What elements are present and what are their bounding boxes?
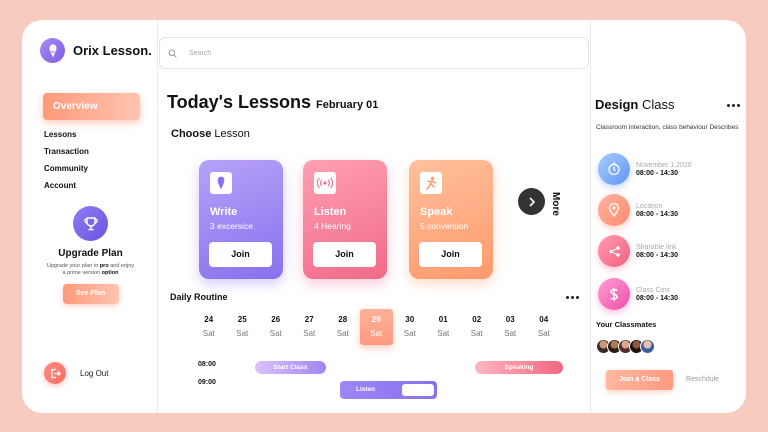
day-item[interactable]: 26 Sat <box>259 309 293 345</box>
page-title-text: Today's Lessons <box>167 92 311 112</box>
join-class-button[interactable]: Join a Class <box>606 370 673 390</box>
chevron-right-icon <box>528 196 535 207</box>
search-bar[interactable] <box>159 37 589 69</box>
day-item[interactable]: 25 Sat <box>226 309 260 345</box>
logo[interactable]: Orix Lesson. <box>40 38 152 63</box>
trophy-icon <box>73 206 108 241</box>
more-options-icon[interactable] <box>727 104 740 107</box>
more-options-icon[interactable] <box>566 296 579 299</box>
speaker-person-icon <box>420 172 442 194</box>
clock-icon <box>598 153 630 185</box>
day-item[interactable]: 02 Sat <box>460 309 494 345</box>
info-label: Location <box>636 202 663 210</box>
more-label[interactable]: More <box>550 192 561 216</box>
sidebar: Orix Lesson. Overview Lessons Transactio… <box>22 20 158 413</box>
dollar-icon <box>598 278 630 310</box>
event-listen-label: Listen <box>356 386 376 393</box>
card-name: Listen <box>314 206 347 218</box>
day-item[interactable]: 01 Sat <box>427 309 461 345</box>
upgrade-title: Upgrade Plan <box>58 248 123 259</box>
sidebar-item-community[interactable]: Community <box>44 164 89 181</box>
logout-icon <box>44 362 66 384</box>
ice-cream-icon <box>210 172 232 194</box>
class-title: Design Class <box>595 97 675 112</box>
next-arrow-button[interactable] <box>518 188 545 215</box>
classmates-title: Your Classmates <box>596 320 657 329</box>
card-subtitle: 3 excersice <box>210 221 253 231</box>
class-details-panel: Design Class Classroom interaction, clas… <box>590 20 746 413</box>
upgrade-plan-panel: Upgrade Plan Upgrade your plan to pro an… <box>32 206 149 304</box>
sound-wave-icon <box>314 172 336 194</box>
info-value: 08:00 - 14:30 <box>636 251 679 259</box>
card-name: Speak <box>420 206 453 218</box>
logout-label: Log Out <box>80 368 109 378</box>
location-pin-icon <box>598 194 630 226</box>
event-start-class[interactable]: Start Class <box>255 361 326 374</box>
logo-text: Orix Lesson. <box>73 43 152 58</box>
join-button[interactable]: Join <box>209 242 272 267</box>
app-window: Orix Lesson. Overview Lessons Transactio… <box>22 20 746 413</box>
day-item-selected[interactable]: 29 Sat <box>359 309 393 345</box>
info-cost: Class Cost 08:00 - 14:30 <box>598 278 678 310</box>
logout-button[interactable]: Log Out <box>44 362 108 384</box>
join-button[interactable]: Join <box>419 242 482 267</box>
reschedule-button[interactable]: Reschdule <box>686 376 719 383</box>
day-item[interactable]: 30 Sat <box>393 309 427 345</box>
card-name: Write <box>210 206 238 218</box>
day-item[interactable]: 27 Sat <box>293 309 327 345</box>
join-button[interactable]: Join <box>313 242 376 267</box>
search-icon <box>168 49 177 58</box>
avatar[interactable] <box>640 339 655 354</box>
info-date: November 1,2020 08:00 - 14:30 <box>598 153 692 185</box>
time-label: 08:00 <box>198 361 216 368</box>
info-label: Class Cost <box>636 286 670 294</box>
share-icon <box>598 235 630 267</box>
day-selector: 24 Sat 25 Sat 26 Sat 27 Sat 28 Sat 29 Sat 30 Sa… <box>192 309 561 345</box>
lesson-card-write[interactable]: Write 3 excersice Join <box>199 160 283 279</box>
overview-button[interactable]: Overview <box>43 93 140 120</box>
time-label: 09:00 <box>198 379 216 386</box>
day-item[interactable]: 28 Sat <box>326 309 360 345</box>
daily-routine-title: Daily Routine <box>170 292 228 302</box>
search-input[interactable] <box>189 49 549 57</box>
sidebar-nav: Lessons Transaction Community Account <box>44 130 89 198</box>
info-value: 08:00 - 14:30 <box>636 294 679 302</box>
sidebar-item-lessons[interactable]: Lessons <box>44 130 89 147</box>
info-value: 08:00 - 14:30 <box>636 210 679 218</box>
card-subtitle: 5 conversion <box>420 221 469 231</box>
event-toggle[interactable] <box>402 384 434 396</box>
see-plan-button[interactable]: See Plan <box>62 284 119 304</box>
sidebar-item-account[interactable]: Account <box>44 181 89 198</box>
class-description: Classroom interaction, class behaviour D… <box>596 124 739 131</box>
day-item[interactable]: 03 Sat <box>494 309 528 345</box>
classmates-avatars <box>596 339 655 354</box>
info-label: November 1,2020 <box>636 161 692 169</box>
lesson-card-listen[interactable]: Listen 4 Hearing Join <box>303 160 387 279</box>
event-speaking[interactable]: Speaking <box>475 361 563 374</box>
info-share-link[interactable]: Sharable link 08:00 - 14:30 <box>598 235 678 267</box>
info-label: Sharable link <box>636 243 677 251</box>
info-location: Location 08:00 - 14:30 <box>598 194 678 226</box>
info-value: 08:00 - 14:30 <box>636 169 679 177</box>
ice-cream-icon <box>40 38 65 63</box>
page-title: Today's Lessons February 01 <box>167 92 378 113</box>
upgrade-description: Upgrade your plan to pro and enjoy a pri… <box>46 263 135 276</box>
card-subtitle: 4 Hearing <box>314 221 351 231</box>
day-item[interactable]: 04 Sat <box>527 309 561 345</box>
choose-lesson-heading: Choose Lesson <box>171 128 250 140</box>
page-date: February 01 <box>316 99 379 111</box>
event-listen[interactable]: Listen <box>340 381 437 399</box>
day-item[interactable]: 24 Sat <box>192 309 226 345</box>
lesson-card-speak[interactable]: Speak 5 conversion Join <box>409 160 493 279</box>
sidebar-item-transaction[interactable]: Transaction <box>44 147 89 164</box>
